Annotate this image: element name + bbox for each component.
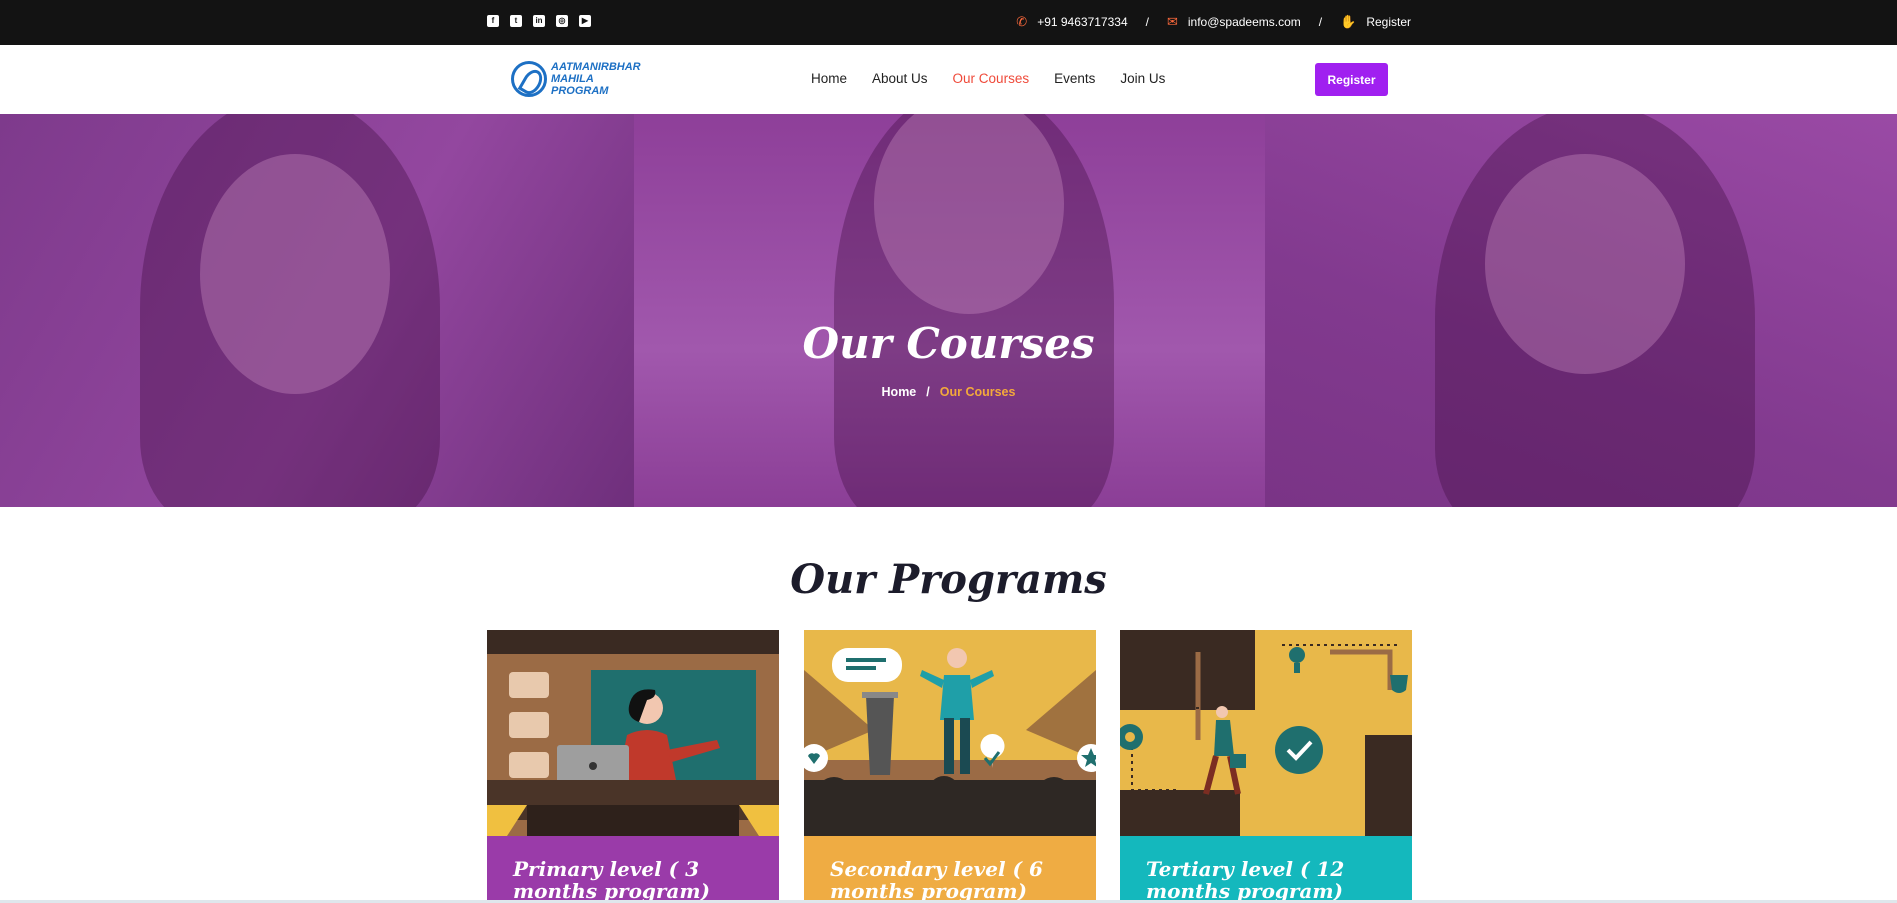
program-illustration-pathway xyxy=(1120,630,1412,836)
instagram-icon[interactable]: ◎ xyxy=(556,15,568,27)
phone-icon: ✆ xyxy=(1016,14,1028,29)
nav-menu: Home About Us Our Courses Events Join Us xyxy=(811,71,1165,86)
facebook-icon[interactable]: f xyxy=(487,15,499,27)
program-card-label: Primary level ( 3 months program) xyxy=(487,836,779,903)
site-logo[interactable]: AATMANIRBHAR MAHILA PROGRAM xyxy=(511,61,641,97)
contact-info: ✆ +91 9463717334 / ✉ info@spadeems.com /… xyxy=(1016,14,1411,30)
breadcrumb-current: Our Courses xyxy=(939,385,1016,399)
breadcrumb: Home / Our Courses xyxy=(0,385,1897,399)
logo-text: AATMANIRBHAR MAHILA PROGRAM xyxy=(551,61,641,97)
nav-item-join-us[interactable]: Join Us xyxy=(1120,71,1165,86)
breadcrumb-separator: / xyxy=(926,385,930,399)
top-bar: f t in ◎ ▶ ✆ +91 9463717334 / ✉ info@spa… xyxy=(0,0,1897,45)
program-card-secondary[interactable]: Secondary level ( 6 months program) xyxy=(804,630,1096,903)
nav-item-about-us[interactable]: About Us xyxy=(872,71,928,86)
nav-item-events[interactable]: Events xyxy=(1054,71,1095,86)
top-register-link[interactable]: Register xyxy=(1366,15,1411,29)
nav-item-our-courses[interactable]: Our Courses xyxy=(953,71,1030,86)
page-title: Our Courses xyxy=(802,319,1095,368)
separator: / xyxy=(1145,15,1149,29)
email-link[interactable]: info@spadeems.com xyxy=(1188,15,1301,29)
leaf-logo-icon xyxy=(511,61,547,97)
breadcrumb-home[interactable]: Home xyxy=(882,385,917,399)
logo-line: MAHILA xyxy=(551,73,594,85)
logo-line: PROGRAM xyxy=(551,85,609,97)
twitter-icon[interactable]: t xyxy=(510,15,522,27)
program-card-label: Secondary level ( 6 months program) xyxy=(804,836,1096,903)
logo-line: AATMANIRBHAR xyxy=(551,61,641,73)
register-hand-icon: ✋ xyxy=(1340,14,1357,29)
program-card-label: Tertiary level ( 12 months program) xyxy=(1120,836,1412,903)
linkedin-icon[interactable]: in xyxy=(533,15,545,27)
program-illustration-speaker xyxy=(804,630,1096,836)
program-card-tertiary[interactable]: Tertiary level ( 12 months program) xyxy=(1120,630,1412,903)
nav-item-home[interactable]: Home xyxy=(811,71,847,86)
youtube-icon[interactable]: ▶ xyxy=(579,15,591,27)
separator: / xyxy=(1318,15,1323,29)
hero-photo-right xyxy=(1265,114,1897,507)
programs-title: Our Programs xyxy=(790,556,1107,603)
email-icon: ✉ xyxy=(1166,14,1178,29)
program-card-primary[interactable]: Primary level ( 3 months program) xyxy=(487,630,779,903)
hero-banner: Our Courses Home / Our Courses xyxy=(0,114,1897,507)
phone-number[interactable]: +91 9463717334 xyxy=(1037,15,1127,29)
program-illustration-teacher xyxy=(487,630,779,836)
hero-photo-center xyxy=(634,114,1265,507)
social-links: f t in ◎ ▶ xyxy=(487,15,591,27)
register-button[interactable]: Register xyxy=(1315,63,1388,96)
main-navbar: AATMANIRBHAR MAHILA PROGRAM Home About U… xyxy=(0,45,1897,114)
hero-photo-left xyxy=(0,114,634,507)
